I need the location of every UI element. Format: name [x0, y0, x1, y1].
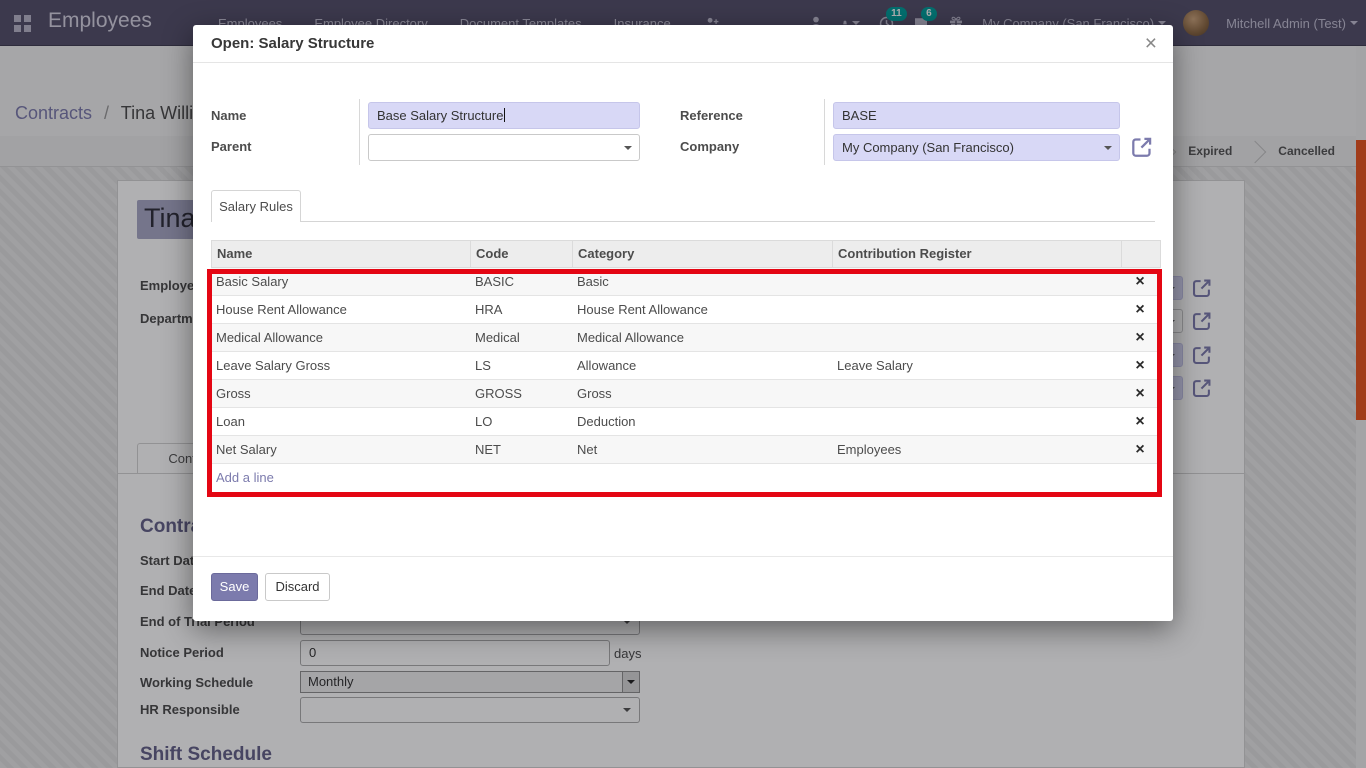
table-row[interactable]: Loan LO Deduction × — [211, 408, 1161, 436]
cell-name[interactable]: Loan — [211, 408, 470, 435]
modal-footer-divider — [193, 556, 1173, 557]
delete-row-icon[interactable]: × — [1135, 301, 1144, 318]
cell-register[interactable]: Leave Salary — [832, 352, 1121, 379]
tab-salary-rules[interactable]: Salary Rules — [211, 190, 301, 222]
table-row[interactable]: Gross GROSS Gross × — [211, 380, 1161, 408]
parent-select[interactable] — [368, 134, 640, 161]
screen: Employees Employees Employee Directory D… — [0, 0, 1366, 768]
column-divider — [359, 99, 360, 165]
cell-name[interactable]: House Rent Allowance — [211, 296, 470, 323]
table-row[interactable]: House Rent Allowance HRA House Rent Allo… — [211, 296, 1161, 324]
parent-label: Parent — [211, 139, 251, 154]
cell-register[interactable] — [832, 380, 1121, 407]
reference-input[interactable]: BASE — [833, 102, 1120, 129]
tab-underline — [211, 221, 1155, 222]
cell-register[interactable] — [832, 296, 1121, 323]
header-code[interactable]: Code — [471, 241, 573, 267]
header-actions — [1122, 241, 1160, 267]
cell-code[interactable]: GROSS — [470, 380, 572, 407]
cell-code[interactable]: HRA — [470, 296, 572, 323]
cell-name[interactable]: Medical Allowance — [211, 324, 470, 351]
reference-label: Reference — [680, 108, 743, 123]
header-contribution-register[interactable]: Contribution Register — [833, 241, 1122, 267]
cell-name[interactable]: Gross — [211, 380, 470, 407]
cell-name[interactable]: Leave Salary Gross — [211, 352, 470, 379]
cell-register[interactable]: Employees — [832, 436, 1121, 463]
delete-row-icon[interactable]: × — [1135, 441, 1144, 458]
column-divider — [824, 99, 825, 165]
add-a-line-link[interactable]: Add a line — [211, 464, 1161, 492]
delete-row-icon[interactable]: × — [1135, 329, 1144, 346]
text-cursor — [504, 108, 505, 122]
table-row[interactable]: Basic Salary BASIC Basic × — [211, 268, 1161, 296]
cell-category[interactable]: Medical Allowance — [572, 324, 832, 351]
cell-register[interactable] — [832, 324, 1121, 351]
company-select[interactable]: My Company (San Francisco) — [833, 134, 1120, 161]
delete-row-icon[interactable]: × — [1135, 357, 1144, 374]
table-row[interactable]: Leave Salary Gross LS Allowance Leave Sa… — [211, 352, 1161, 380]
reference-value: BASE — [842, 108, 877, 123]
cell-category[interactable]: Deduction — [572, 408, 832, 435]
cell-register[interactable] — [832, 268, 1121, 295]
delete-row-icon[interactable]: × — [1135, 413, 1144, 430]
table-row[interactable]: Net Salary NET Net Employees × — [211, 436, 1161, 464]
table-row[interactable]: Medical Allowance Medical Medical Allowa… — [211, 324, 1161, 352]
cell-name[interactable]: Net Salary — [211, 436, 470, 463]
company-label: Company — [680, 139, 739, 154]
modal-header: Open: Salary Structure × — [193, 25, 1173, 63]
salary-rules-table: Name Code Category Contribution Register… — [211, 240, 1161, 492]
table-body: Basic Salary BASIC Basic × House Rent Al… — [211, 268, 1161, 464]
cell-category[interactable]: Allowance — [572, 352, 832, 379]
cell-code[interactable]: LS — [470, 352, 572, 379]
company-value: My Company (San Francisco) — [842, 140, 1014, 155]
name-label: Name — [211, 108, 246, 123]
modal-discard-button[interactable]: Discard — [265, 573, 330, 601]
cell-category[interactable]: Gross — [572, 380, 832, 407]
cell-code[interactable]: LO — [470, 408, 572, 435]
delete-row-icon[interactable]: × — [1135, 385, 1144, 402]
name-value: Base Salary Structure — [377, 108, 503, 123]
cell-category[interactable]: House Rent Allowance — [572, 296, 832, 323]
name-input[interactable]: Base Salary Structure — [368, 102, 640, 129]
cell-category[interactable]: Basic — [572, 268, 832, 295]
cell-name[interactable]: Basic Salary — [211, 268, 470, 295]
company-external-link-icon[interactable] — [1130, 135, 1152, 157]
cell-code[interactable]: BASIC — [470, 268, 572, 295]
cell-category[interactable]: Net — [572, 436, 832, 463]
cell-code[interactable]: Medical — [470, 324, 572, 351]
cell-code[interactable]: NET — [470, 436, 572, 463]
close-icon[interactable]: × — [1141, 30, 1161, 58]
modal-title: Open: Salary Structure — [211, 25, 374, 63]
cell-register[interactable] — [832, 408, 1121, 435]
table-header-row: Name Code Category Contribution Register — [211, 240, 1161, 268]
header-category[interactable]: Category — [573, 241, 833, 267]
delete-row-icon[interactable]: × — [1135, 273, 1144, 290]
modal-save-button[interactable]: Save — [211, 573, 258, 601]
header-name[interactable]: Name — [212, 241, 471, 267]
salary-structure-modal: Open: Salary Structure × Name Base Salar… — [193, 25, 1173, 621]
